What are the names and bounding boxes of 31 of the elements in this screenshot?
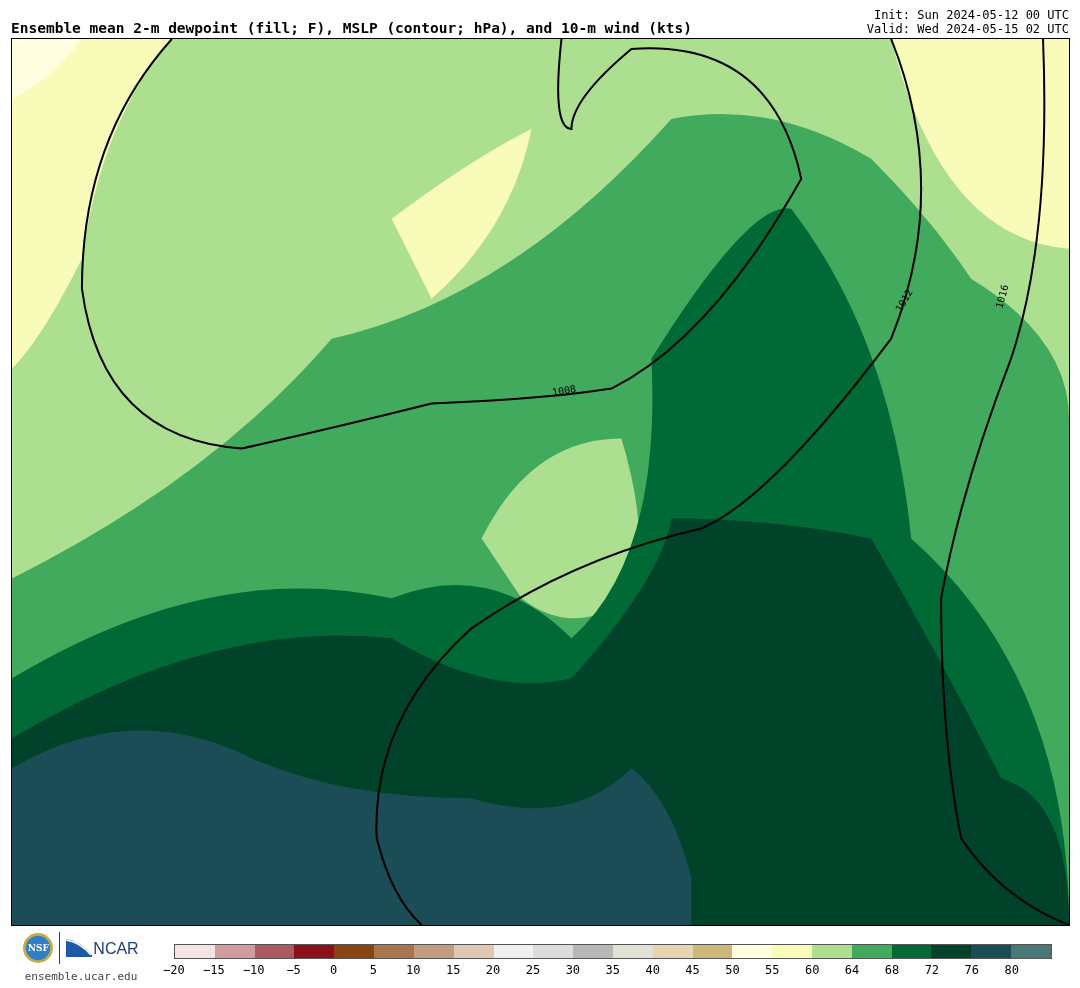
ncar-logo-text: NCAR — [93, 941, 139, 957]
legend-tick-label: 20 — [485, 963, 501, 977]
ncar-logo-icon — [66, 939, 93, 957]
legend-tick-label: 45 — [685, 963, 700, 977]
legend-tick-label: 5 — [369, 963, 377, 977]
contour-label: 1008 — [551, 383, 577, 398]
valid-time: Valid: Wed 2024-05-15 02 UTC — [866, 22, 1069, 36]
legend-tick-label: 68 — [884, 963, 900, 977]
chart-title: Ensemble mean 2-m dewpoint (fill; F), MSLP (contour; hPa), and 10-m wind (kts) — [11, 20, 692, 36]
legend-tick-label: −5 — [286, 963, 301, 977]
legend-tick-label: 76 — [964, 963, 979, 977]
legend-tick-label: −15 — [203, 963, 225, 977]
legend-tick-label: 72 — [924, 963, 940, 977]
legend-tick-label: 50 — [725, 963, 740, 977]
legend-tick-label: 35 — [605, 963, 620, 977]
legend-tick-label: 64 — [844, 963, 860, 977]
legend-tick-label: 60 — [804, 963, 820, 977]
legend-tick-label: 25 — [525, 963, 541, 977]
legend-tick-label: 55 — [765, 963, 780, 977]
init-time: Init: Sun 2024-05-12 00 UTC — [873, 8, 1069, 22]
legend-tick-label: 10 — [406, 963, 421, 977]
legend-tick-label: −10 — [242, 963, 265, 977]
legend-tick-label: −20 — [163, 963, 185, 977]
contour-label: 1016 — [993, 283, 1011, 310]
nsf-logo: NSF — [23, 933, 54, 963]
legend-tick-label: 15 — [445, 963, 461, 977]
legend-tick-label: 30 — [565, 963, 581, 977]
site-url: ensemble.ucar.edu — [24, 970, 138, 983]
legend-tick-label: 80 — [1004, 963, 1019, 977]
legend-tick-label: 0 — [329, 963, 338, 977]
legend-tick-label: 40 — [645, 963, 660, 977]
